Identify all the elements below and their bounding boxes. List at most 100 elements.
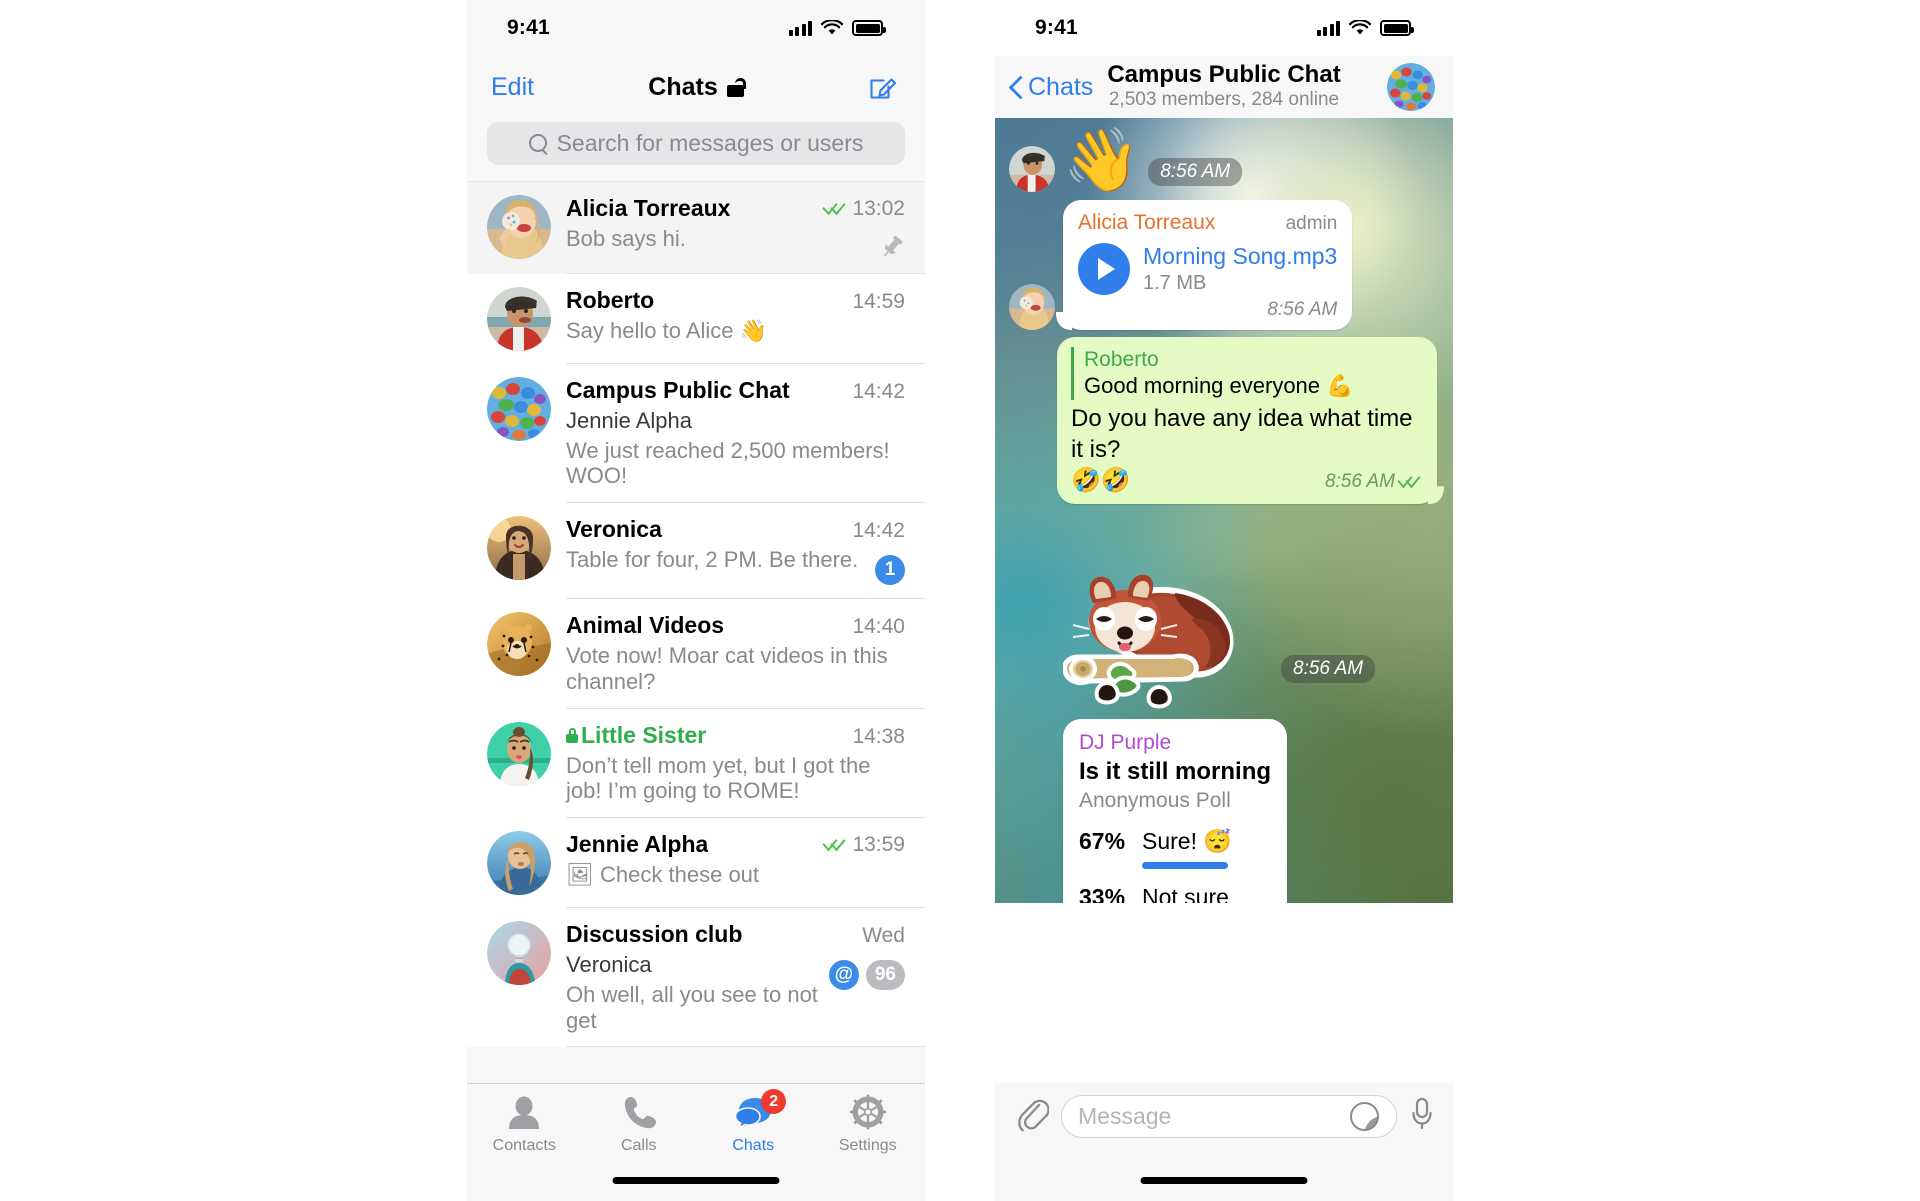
avatar[interactable]: [1009, 146, 1055, 192]
chat-name: Veronica: [566, 516, 662, 543]
sticker-icon[interactable]: [1349, 1101, 1380, 1132]
chat-item-footer: Veronica Oh well, all you see to not get…: [566, 948, 905, 1033]
chats-icon: 2: [732, 1089, 787, 1133]
chat-item-header: Veronica 14:42: [566, 516, 905, 543]
chat-preview-sender: Veronica: [566, 952, 652, 978]
chat-preview-sender: Jennie Alpha: [566, 408, 692, 433]
chat-time: 14:42: [852, 519, 905, 543]
status-time: 9:41: [507, 16, 550, 39]
reply-text: Good morning everyone 💪: [1084, 373, 1354, 399]
bubble-header: Alicia Torreaux admin: [1078, 211, 1337, 235]
avatar: [487, 721, 551, 786]
chat-item-body: Animal Videos 14:40 Vote now! Moar cat v…: [566, 599, 925, 709]
chat-list-item-jennie-alpha[interactable]: Jennie Alpha 13:59 🖼 Check these out: [467, 818, 925, 909]
chat-badges: 1: [875, 543, 905, 586]
play-icon[interactable]: [1078, 243, 1130, 295]
tab-calls[interactable]: Calls: [582, 1093, 697, 1155]
navigation-bar-left: Edit Chats: [467, 56, 925, 118]
chat-list-item-animal-videos[interactable]: Animal Videos 14:40 Vote now! Moar cat v…: [467, 599, 925, 709]
wifi-icon: [821, 20, 843, 35]
audio-file-name[interactable]: Morning Song.mp3: [1143, 243, 1337, 269]
chat-preview: We just reached 2,500 members! WOO!: [566, 437, 890, 489]
lock-icon: [566, 727, 578, 743]
sender-name: DJ Purple: [1079, 731, 1172, 755]
chat-preview: Don’t tell mom yet, but I got the job! I…: [566, 752, 871, 804]
poll-option[interactable]: 33% Not sure: [1079, 884, 1271, 903]
chat-time: 14:42: [852, 380, 905, 403]
outgoing-bubble[interactable]: Roberto Good morning everyone 💪 Do you h…: [1057, 337, 1437, 505]
status-time: 9:41: [1035, 16, 1078, 39]
chat-list-item-alicia-torreaux[interactable]: Alicia Torreaux 13:02 Bob says hi.: [467, 181, 925, 274]
message-outgoing[interactable]: Roberto Good morning everyone 💪 Do you h…: [1009, 337, 1437, 505]
message-wave-sticker[interactable]: 👋 8:56 AM: [1009, 130, 1437, 192]
chat-preview: Vote now! Moar cat videos in this channe…: [566, 643, 888, 694]
microphone-icon[interactable]: [1409, 1095, 1435, 1135]
bubble-footer: 🤣🤣 8:56 AM: [1071, 465, 1422, 496]
chat-name: Little Sister: [581, 721, 707, 748]
avatar: [487, 287, 551, 351]
tab-settings[interactable]: Settings: [811, 1093, 926, 1155]
poll-bubble[interactable]: DJ Purple Is it still morning Anonymous …: [1063, 719, 1288, 903]
chevron-left-icon: [1009, 75, 1023, 99]
poll-option-label: Not sure: [1142, 884, 1229, 903]
chat-item-footer: Bob says hi.: [566, 222, 905, 260]
read-ticks-icon: [822, 197, 847, 216]
chat-list-item-veronica[interactable]: Veronica 14:42 Table for four, 2 PM. Be …: [467, 503, 925, 600]
status-bar-left: 9:41: [467, 0, 925, 56]
message-panda-sticker[interactable]: 8:56 AM: [1009, 511, 1437, 711]
chat-list: Alicia Torreaux 13:02 Bob says hi. Rober…: [467, 181, 925, 1048]
phone-icon: [618, 1093, 660, 1133]
chat-item-body: Roberto 14:59 Say hello to Alice 👋: [566, 274, 925, 364]
message-placeholder: Message: [1078, 1103, 1172, 1129]
tab-contacts[interactable]: Contacts: [467, 1093, 582, 1155]
chat-meta: 13:02: [822, 197, 905, 221]
back-button[interactable]: Chats: [1009, 73, 1093, 102]
edit-button[interactable]: Edit: [491, 73, 534, 102]
chat-time: 14:38: [852, 724, 905, 748]
status-indicators: [788, 20, 886, 36]
search-placeholder: Search for messages or users: [556, 130, 864, 156]
chat-item-body: Jennie Alpha 13:59 🖼 Check these out: [566, 818, 925, 909]
message-poll[interactable]: DJ Purple Is it still morning Anonymous …: [1009, 719, 1437, 903]
chat-time: 14:40: [852, 615, 905, 639]
message-time: 8:56 AM: [1324, 471, 1395, 493]
tab-label: Chats: [732, 1137, 775, 1154]
message-input[interactable]: Message: [1061, 1095, 1397, 1138]
tab-badge: 2: [761, 1089, 787, 1114]
group-avatar[interactable]: [1387, 63, 1435, 111]
chat-list-item-little-sister[interactable]: Little Sister 14:38 Don’t tell mom yet, …: [467, 708, 925, 819]
audio-attachment[interactable]: Morning Song.mp3 1.7 MB: [1078, 243, 1337, 295]
page-title: Chats: [648, 72, 718, 101]
reply-quote[interactable]: Roberto Good morning everyone 💪: [1071, 347, 1422, 400]
tab-chats[interactable]: 2 Chats: [696, 1089, 811, 1155]
tab-label: Settings: [838, 1137, 897, 1154]
chat-item-header: Roberto 14:59: [566, 287, 905, 314]
chat-time: Wed: [862, 924, 905, 948]
chat-item-footer: Table for four, 2 PM. Be there. 1: [566, 543, 905, 586]
chat-list-item-discussion-club[interactable]: Discussion club Wed Veronica Oh well, al…: [467, 908, 925, 1048]
avatar: [487, 195, 551, 259]
chat-preview: Say hello to Alice 👋: [566, 318, 768, 343]
status-indicators: [1316, 20, 1414, 36]
compose-button[interactable]: [868, 72, 898, 102]
nav-title-group: Chats: [467, 73, 925, 102]
chat-time: 14:59: [852, 290, 905, 313]
message-audio[interactable]: Alicia Torreaux admin Morning Song.mp3 1…: [1009, 200, 1437, 330]
chat-preview: Oh well, all you see to not get: [566, 981, 818, 1033]
chat-list-item-roberto[interactable]: Roberto 14:59 Say hello to Alice 👋: [467, 274, 925, 364]
chat-name: Campus Public Chat: [566, 377, 790, 403]
pin-icon: [879, 234, 905, 260]
audio-message-bubble[interactable]: Alicia Torreaux admin Morning Song.mp3 1…: [1063, 200, 1353, 330]
chat-preview: 🖼 Check these out: [566, 862, 760, 888]
poll-option[interactable]: 67% Sure! 😴: [1079, 828, 1271, 870]
paperclip-icon[interactable]: [1015, 1095, 1050, 1135]
message-emojis: 🤣🤣: [1071, 467, 1131, 495]
chat-name: Animal Videos: [566, 612, 725, 639]
phone-chat-list: 9:41 Edit Chats Search for messages or u…: [467, 0, 925, 1201]
avatar[interactable]: [1009, 284, 1055, 330]
chat-list-item-campus-public-chat[interactable]: Campus Public Chat 14:42 Jennie Alpha We…: [467, 364, 925, 504]
search-input[interactable]: Search for messages or users: [487, 122, 905, 165]
reply-sender: Roberto: [1084, 348, 1159, 371]
chat-meta: 14:38: [852, 725, 905, 749]
home-indicator: [1140, 1177, 1308, 1184]
